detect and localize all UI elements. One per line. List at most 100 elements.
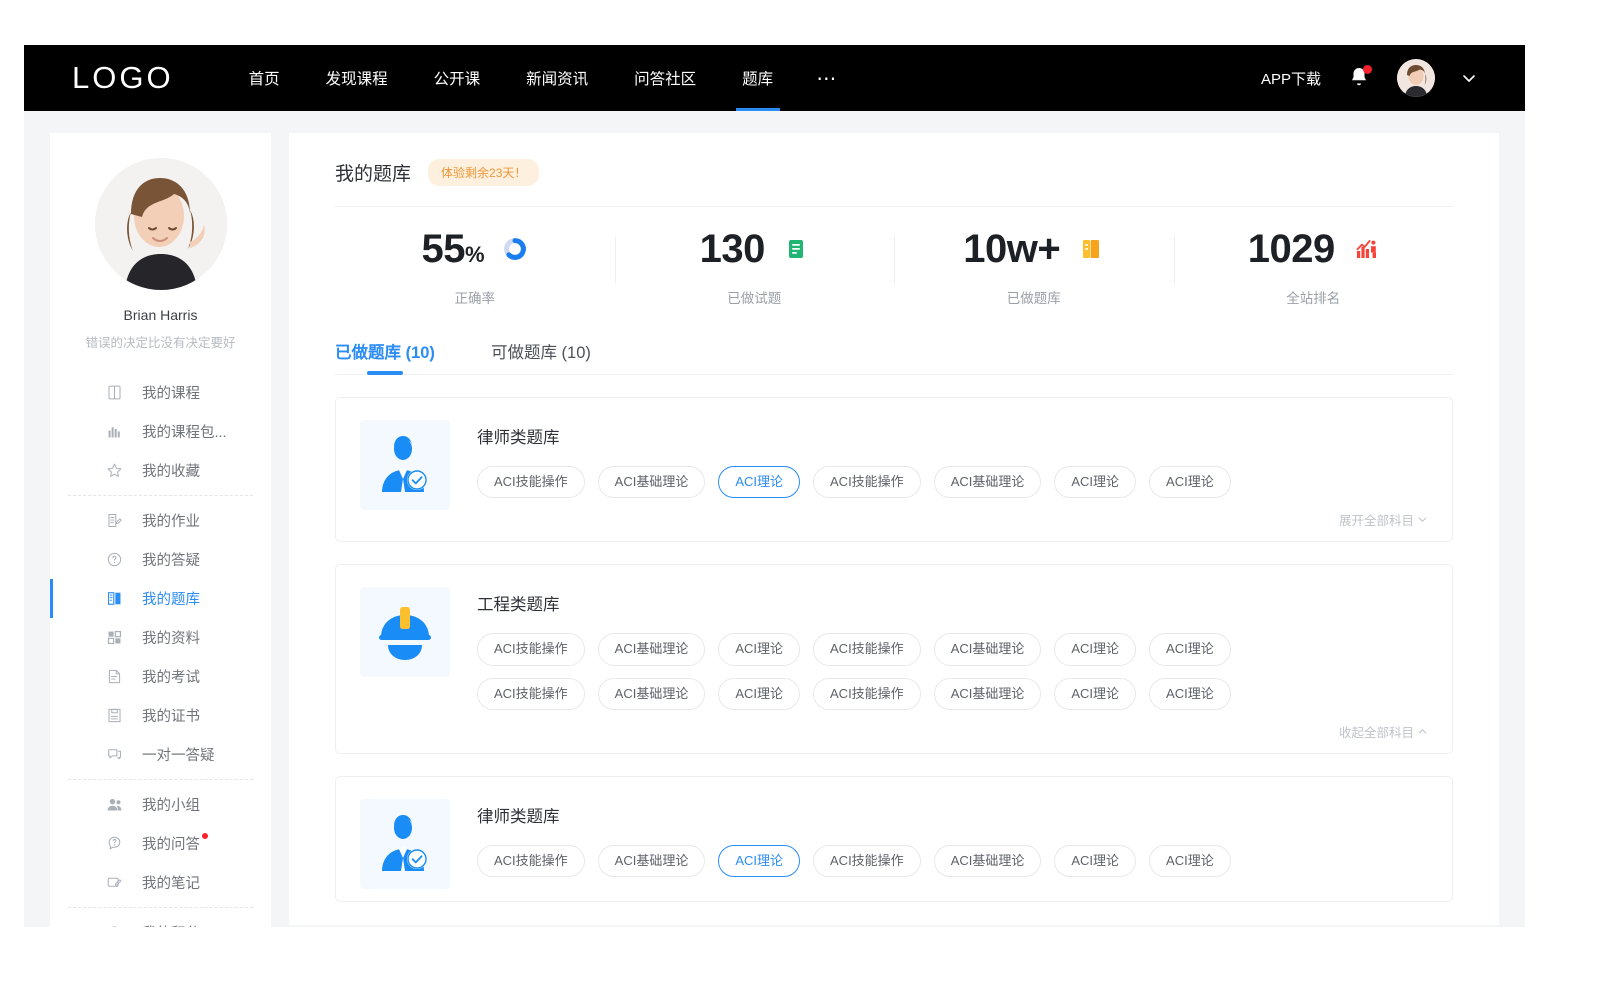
app-frame: LOGO 首页 发现课程 公开课新闻资讯问答社区题库 ⋯ APP下载 xyxy=(24,45,1525,927)
profile-user-name: Brian Harris xyxy=(124,307,198,323)
nav-item-2[interactable]: 公开课 xyxy=(411,45,504,111)
sidebar-item-1-2[interactable]: 我的题库 xyxy=(50,579,271,618)
subject-tag[interactable]: ACI技能操作 xyxy=(813,466,921,498)
subject-tag[interactable]: ACI理论 xyxy=(718,466,800,498)
note-icon xyxy=(106,874,123,891)
sidebar-item-2-2[interactable]: 我的笔记 xyxy=(50,863,271,902)
nav-item-1[interactable]: 发现课程 xyxy=(303,45,411,111)
subject-tag[interactable]: ACI理论 xyxy=(1149,845,1231,877)
stat-value-row: 55% xyxy=(421,229,528,269)
tab-0[interactable]: 已做题库 (10) xyxy=(335,339,435,375)
nav-item-4[interactable]: 问答社区 xyxy=(611,45,719,111)
avatar[interactable] xyxy=(95,158,227,290)
chevron-down-icon[interactable] xyxy=(1461,70,1477,86)
subject-tag[interactable]: ACI技能操作 xyxy=(813,678,921,710)
qa-icon xyxy=(106,835,123,852)
stat-value-number: 1029 xyxy=(1248,227,1335,271)
main-nav: 首页 发现课程 公开课新闻资讯问答社区题库 xyxy=(226,45,797,111)
avatar[interactable] xyxy=(1397,59,1435,97)
stat-label: 已做题库 xyxy=(1007,287,1061,307)
stat-label: 正确率 xyxy=(455,287,496,307)
nav-item-label: 发现课程 xyxy=(326,67,388,89)
subject-tag[interactable]: ACI技能操作 xyxy=(477,633,585,665)
sidebar-profile: Brian Harris 错误的决定比没有决定要好 xyxy=(50,158,271,351)
page-title: 我的题库 xyxy=(335,159,411,186)
toggle-subjects-label: 展开全部科目 xyxy=(1339,510,1414,529)
question-bank-card[interactable]: 工程类题库ACI技能操作ACI基础理论ACI理论ACI技能操作ACI基础理论AC… xyxy=(335,564,1453,754)
subject-tag[interactable]: ACI基础理论 xyxy=(598,845,706,877)
sidebar-item-3-0[interactable]: 我的积分 xyxy=(50,913,271,927)
subject-tag[interactable]: ACI技能操作 xyxy=(477,678,585,710)
page-header: 我的题库 体验剩余23天！ xyxy=(335,159,1453,207)
subject-tag[interactable]: ACI理论 xyxy=(1149,678,1231,710)
sidebar-item-1-5[interactable]: 我的证书 xyxy=(50,696,271,735)
subject-tag[interactable]: ACI理论 xyxy=(1149,466,1231,498)
sidebar-item-1-0[interactable]: 我的作业 xyxy=(50,501,271,540)
sidebar: Brian Harris 错误的决定比没有决定要好 我的课程我的课程包...我的… xyxy=(50,133,271,927)
subject-tag[interactable]: ACI理论 xyxy=(718,678,800,710)
subject-tag[interactable]: ACI基础理论 xyxy=(598,466,706,498)
stat-label: 全站排名 xyxy=(1286,287,1340,307)
sidebar-divider xyxy=(68,779,253,780)
subject-tag-row: ACI技能操作 ACI基础理论 ACI理论 ACI技能操作 ACI基础理论 ACI理论 AC… xyxy=(477,678,1428,710)
toggle-subjects-link[interactable]: 收起全部科目 xyxy=(477,722,1428,741)
sidebar-item-label: 一对一答疑 xyxy=(142,744,215,765)
sidebar-item-label: 我的作业 xyxy=(142,510,200,531)
sidebar-item-label: 我的积分 xyxy=(142,922,200,927)
subject-tag[interactable]: ACI技能操作 xyxy=(813,633,921,665)
sidebar-item-label: 我的小组 xyxy=(142,794,200,815)
question-bank-card[interactable]: 律师类题库ACI技能操作ACI基础理论ACI理论ACI技能操作ACI基础理论AC… xyxy=(335,776,1453,902)
stat-value: 130 xyxy=(700,229,765,269)
card-body: 律师类题库ACI技能操作ACI基础理论ACI理论ACI技能操作ACI基础理论AC… xyxy=(477,420,1428,529)
nav-item-5[interactable]: 题库 xyxy=(719,45,796,111)
subject-tag[interactable]: ACI基础理论 xyxy=(934,466,1042,498)
subject-tag[interactable]: ACI基础理论 xyxy=(934,633,1042,665)
sidebar-item-label: 我的答疑 xyxy=(142,549,200,570)
sidebar-item-2-0[interactable]: 我的小组 xyxy=(50,785,271,824)
sidebar-item-label: 我的考试 xyxy=(142,666,200,687)
subject-tag[interactable]: ACI基础理论 xyxy=(934,845,1042,877)
sidebar-divider xyxy=(68,495,253,496)
site-logo[interactable]: LOGO xyxy=(72,60,174,96)
sidebar-item-0-1[interactable]: 我的课程包... xyxy=(50,412,271,451)
subject-tag[interactable]: ACI基础理论 xyxy=(934,678,1042,710)
question-bank-list: 律师类题库ACI技能操作ACI基础理论ACI理论ACI技能操作ACI基础理论AC… xyxy=(335,397,1453,902)
nav-item-3[interactable]: 新闻资讯 xyxy=(503,45,611,111)
sidebar-item-0-2[interactable]: 我的收藏 xyxy=(50,451,271,490)
engineer-helmet-icon xyxy=(360,587,450,677)
subject-tag[interactable]: ACI技能操作 xyxy=(813,845,921,877)
app-download-link[interactable]: APP下载 xyxy=(1261,68,1321,89)
subject-tag[interactable]: ACI理论 xyxy=(718,845,800,877)
subject-tag[interactable]: ACI理论 xyxy=(1054,466,1136,498)
nav-more-icon[interactable]: ⋯ xyxy=(796,45,858,111)
subject-tag[interactable]: ACI理论 xyxy=(1054,678,1136,710)
sidebar-item-1-1[interactable]: 我的答疑 xyxy=(50,540,271,579)
subject-tag[interactable]: ACI技能操作 xyxy=(477,466,585,498)
star-icon xyxy=(106,462,123,479)
subject-tag[interactable]: ACI基础理论 xyxy=(598,633,706,665)
toggle-subjects-link[interactable]: 展开全部科目 xyxy=(477,510,1428,529)
card-body: 工程类题库ACI技能操作ACI基础理论ACI理论ACI技能操作ACI基础理论AC… xyxy=(477,587,1428,741)
sidebar-item-1-3[interactable]: 我的资料 xyxy=(50,618,271,657)
subject-tag[interactable]: ACI理论 xyxy=(1054,633,1136,665)
files-icon xyxy=(106,629,123,646)
subject-tag[interactable]: ACI基础理论 xyxy=(598,678,706,710)
notification-bell-button[interactable] xyxy=(1347,65,1371,91)
stat-value-number: 10w+ xyxy=(963,227,1060,271)
subject-tag[interactable]: ACI理论 xyxy=(1149,633,1231,665)
subject-tag[interactable]: ACI理论 xyxy=(1054,845,1136,877)
subject-tag-row: ACI技能操作 ACI基础理论 ACI理论 ACI技能操作 ACI基础理论 ACI理论 AC… xyxy=(477,845,1428,877)
toggle-subjects-label: 收起全部科目 xyxy=(1339,722,1414,741)
sidebar-item-1-6[interactable]: 一对一答疑 xyxy=(50,735,271,774)
stat-value-row: 130 xyxy=(700,229,809,269)
sidebar-item-1-4[interactable]: 我的考试 xyxy=(50,657,271,696)
subject-tag[interactable]: ACI技能操作 xyxy=(477,845,585,877)
nav-item-0[interactable]: 首页 xyxy=(226,45,303,111)
tab-1[interactable]: 可做题库 (10) xyxy=(491,339,591,375)
sidebar-item-0-0[interactable]: 我的课程 xyxy=(50,373,271,412)
sidebar-item-2-1[interactable]: 我的问答 xyxy=(50,824,271,863)
subject-tag[interactable]: ACI理论 xyxy=(718,633,800,665)
question-bank-card[interactable]: 律师类题库ACI技能操作ACI基础理论ACI理论ACI技能操作ACI基础理论AC… xyxy=(335,397,1453,542)
sidebar-item-label: 我的题库 xyxy=(142,588,200,609)
subject-tag-rows: ACI技能操作 ACI基础理论 ACI理论 ACI技能操作 ACI基础理论 ACI理论 AC… xyxy=(477,845,1428,877)
